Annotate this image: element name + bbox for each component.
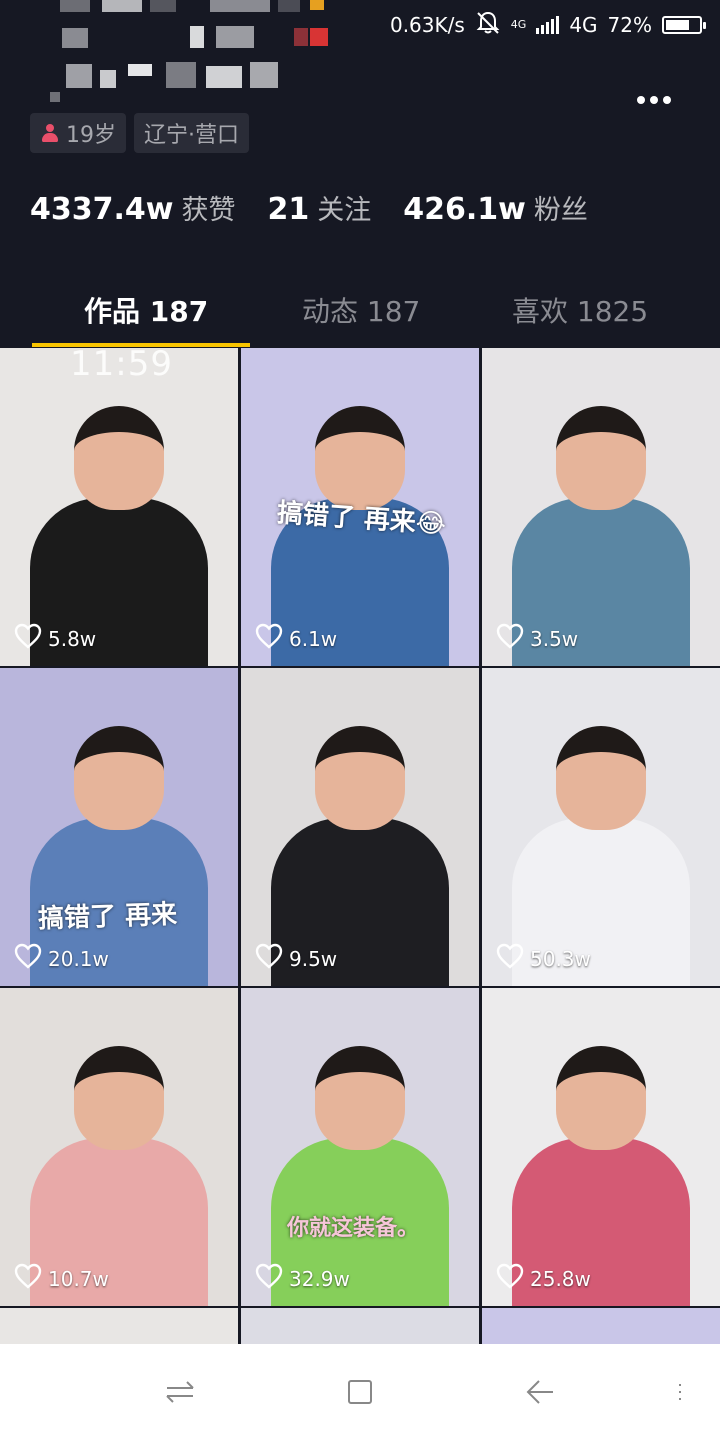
status-bar: 0.63K/s 4G 4G 72% (0, 0, 720, 102)
more-icon[interactable] (632, 86, 676, 114)
video-thumb-partial[interactable] (0, 1308, 238, 1344)
person-head (315, 406, 405, 510)
location-label: 辽宁·营口 (144, 123, 239, 148)
person-head (315, 1046, 405, 1150)
stat-following-count: 21 (267, 192, 310, 227)
battery-percent: 72% (607, 13, 652, 37)
video-overlay-text: 11:59 (70, 348, 173, 384)
video-like-count: 9.5w (255, 943, 337, 974)
gender-icon (40, 123, 60, 143)
heart-outline-icon (496, 943, 524, 974)
back-icon[interactable] (520, 1372, 560, 1412)
like-count-label: 25.8w (530, 1266, 591, 1291)
video-thumbnail[interactable]: 10.7w (0, 988, 238, 1306)
person-head (556, 1046, 646, 1150)
home-square-icon[interactable] (340, 1372, 380, 1412)
network-type: 4G (569, 13, 598, 37)
profile-stats: 4337.4w 获赞 21 关注 426.1w 粉丝 (30, 188, 588, 227)
video-thumbnail[interactable]: 9.5w (241, 668, 479, 986)
person-head (74, 726, 164, 830)
video-overlay-text: 你就这装备。 (287, 1216, 420, 1241)
network-speed: 0.63K/s (389, 13, 465, 37)
tab-activity[interactable]: 动态 187 (302, 290, 420, 330)
age-tag: 19岁 (30, 113, 126, 153)
like-count-label: 32.9w (289, 1266, 350, 1291)
network-4g-small: 4G (510, 18, 527, 31)
heart-outline-icon (496, 623, 524, 654)
video-like-count: 25.8w (496, 1263, 591, 1294)
like-count-label: 5.8w (48, 626, 97, 651)
bell-off-icon (475, 10, 501, 41)
stat-following[interactable]: 21 关注 (267, 188, 371, 227)
stat-following-label: 关注 (317, 195, 372, 226)
video-thumbnail[interactable]: 你就这装备。 32.9w (241, 988, 479, 1306)
video-thumbnail[interactable]: 搞错了 再来 20.1w (0, 668, 238, 986)
person-head (74, 1046, 164, 1150)
video-thumb-partial[interactable] (241, 1308, 479, 1344)
profile-tags: 19岁 辽宁·营口 (30, 113, 249, 153)
video-thumbnail[interactable]: 50.3w (482, 668, 720, 986)
like-count-label: 6.1w (289, 626, 338, 651)
age-label: 19岁 (66, 123, 116, 148)
tab-works[interactable]: 作品 187 (84, 290, 208, 330)
system-nav-bar (0, 1344, 720, 1440)
video-thumbnail[interactable]: 11:59 5.8w (0, 348, 238, 666)
heart-outline-icon (255, 1263, 283, 1294)
person-head (74, 406, 164, 510)
video-thumbnail[interactable]: 25.8w (482, 988, 720, 1306)
tab-active-indicator (32, 343, 250, 347)
heart-outline-icon (14, 1263, 42, 1294)
video-like-count: 50.3w (496, 943, 591, 974)
heart-outline-icon (14, 623, 42, 654)
video-thumbnail[interactable]: 3.5w (482, 348, 720, 666)
heart-outline-icon (255, 943, 283, 974)
stat-followers[interactable]: 426.1w 粉丝 (403, 188, 588, 227)
heart-outline-icon (255, 623, 283, 654)
video-overlay-text: 搞错了 再来 (37, 899, 178, 935)
person-head (315, 726, 405, 830)
profile-tabs: 作品 187 动态 187 喜欢 1825 (0, 270, 720, 348)
stat-likes-count: 4337.4w (30, 192, 174, 227)
like-count-label: 20.1w (48, 946, 109, 971)
video-like-count: 10.7w (14, 1263, 109, 1294)
heart-outline-icon (496, 1263, 524, 1294)
location-tag: 辽宁·营口 (134, 113, 249, 153)
stat-likes[interactable]: 4337.4w 获赞 (30, 188, 235, 227)
like-count-label: 10.7w (48, 1266, 109, 1291)
stat-followers-count: 426.1w (403, 192, 526, 227)
person-head (556, 726, 646, 830)
tab-liked[interactable]: 喜欢 1825 (512, 290, 648, 330)
video-like-count: 3.5w (496, 623, 578, 654)
stat-followers-label: 粉丝 (533, 195, 588, 226)
switch-icon[interactable] (160, 1372, 200, 1412)
menu-icon[interactable] (660, 1372, 700, 1412)
like-count-label: 50.3w (530, 946, 591, 971)
video-thumb-partial[interactable] (482, 1308, 720, 1344)
like-count-label: 9.5w (289, 946, 338, 971)
signal-icon (536, 16, 560, 34)
video-like-count: 6.1w (255, 623, 337, 654)
heart-outline-icon (14, 943, 42, 974)
status-icons: 0.63K/s 4G 4G 72% (389, 8, 706, 42)
like-count-label: 3.5w (530, 626, 579, 651)
video-thumbnail[interactable]: 搞错了 再来😂 6.1w (241, 348, 479, 666)
video-like-count: 5.8w (14, 623, 96, 654)
person-head (556, 406, 646, 510)
video-like-count: 20.1w (14, 943, 109, 974)
stat-likes-label: 获赞 (181, 195, 236, 226)
battery-icon (662, 16, 706, 34)
video-like-count: 32.9w (255, 1263, 350, 1294)
